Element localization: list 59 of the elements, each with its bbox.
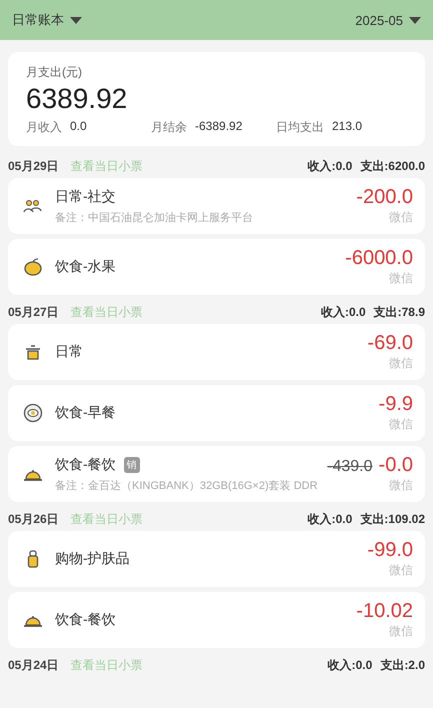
entry-title: 饮食-早餐 bbox=[55, 404, 116, 422]
caret-icon bbox=[70, 16, 82, 24]
stat-label: 日均支出 bbox=[276, 119, 324, 136]
entry-card[interactable]: 饮食-早餐 -9.9 微信 bbox=[8, 385, 425, 441]
entry-title: 饮食-餐饮 bbox=[55, 456, 116, 474]
total-amount: 6389.92 bbox=[26, 83, 128, 115]
stat-value: -6389.92 bbox=[195, 119, 242, 135]
original-amount: -439.0 bbox=[327, 458, 373, 476]
payment-account: 微信 bbox=[389, 477, 413, 494]
day-date: 05月27日 bbox=[8, 304, 59, 320]
entry-amount: -0.0 bbox=[378, 454, 413, 477]
summary-label: 月支出(元) bbox=[26, 64, 83, 81]
entry-tag: 销 bbox=[124, 456, 140, 472]
entry-title: 日常 bbox=[55, 343, 83, 361]
stat-value: 213.0 bbox=[332, 119, 362, 135]
entry-title: 日常-社交 bbox=[55, 188, 116, 206]
payment-account: 微信 bbox=[389, 623, 413, 640]
day-date: 05月26日 bbox=[8, 510, 59, 528]
book-dropdown[interactable]: 日常账本 bbox=[12, 11, 82, 29]
plate-icon bbox=[23, 403, 43, 423]
entry-card[interactable]: 购物-护肤品 -99.0 微信 bbox=[8, 531, 425, 587]
day-expense: 支出:78.9 bbox=[374, 304, 425, 320]
day-income: 收入:0.0 bbox=[320, 304, 366, 320]
day-expense: 支出:2.0 bbox=[380, 656, 425, 674]
entry-title: 饮食-餐饮 bbox=[55, 611, 116, 629]
day-date: 05月29日 bbox=[8, 158, 59, 174]
pot-icon bbox=[23, 342, 43, 362]
entry-amount: -69.0 bbox=[367, 332, 413, 355]
entry-card[interactable]: 日常-社交 备注：中国石油昆仑加油卡网上服务平台 -200.0 微信 bbox=[8, 178, 425, 234]
entry-amount: -99.0 bbox=[367, 539, 413, 562]
entry-card[interactable]: 饮食-餐饮 -10.02 微信 bbox=[8, 592, 425, 648]
stat-value: 0.0 bbox=[70, 119, 87, 135]
entry-card[interactable]: 饮食-餐饮 销 备注：金百达（KINGBANK）32GB(16G×2)套装 DDR -439.0 -0.0 微信 bbox=[8, 446, 425, 502]
day-expense: 支出:6200.0 bbox=[360, 158, 425, 174]
entry-note: 备注：金百达（KINGBANK）32GB(16G×2)套装 DDR bbox=[55, 478, 319, 492]
entry-note: 备注：中国石油昆仑加油卡网上服务平台 bbox=[55, 210, 254, 224]
entry-title: 购物-护肤品 bbox=[55, 550, 130, 568]
entry-amount: -6000.0 bbox=[345, 247, 413, 270]
month-dropdown[interactable]: 2025-05 bbox=[355, 12, 421, 28]
day-expense: 支出:109.02 bbox=[360, 510, 425, 528]
payment-account: 微信 bbox=[389, 270, 413, 287]
day-date: 05月24日 bbox=[8, 656, 59, 674]
day-income: 收入:0.0 bbox=[328, 656, 372, 674]
entry-amount: -200.0 bbox=[356, 186, 413, 209]
payment-account: 微信 bbox=[389, 562, 413, 579]
entry-amount: -9.9 bbox=[378, 393, 413, 416]
stat-label: 月结余 bbox=[151, 119, 187, 136]
stat-label: 月收入 bbox=[26, 119, 62, 136]
day-income: 收入:0.0 bbox=[308, 510, 352, 528]
payment-account: 微信 bbox=[389, 416, 413, 433]
day-income: 收入:0.0 bbox=[308, 158, 352, 174]
entry-title: 饮食-水果 bbox=[55, 258, 116, 276]
caret-icon bbox=[409, 16, 421, 24]
payment-account: 微信 bbox=[389, 209, 413, 226]
payment-account: 微信 bbox=[389, 355, 413, 372]
entry-card[interactable]: 日常 -69.0 微信 bbox=[8, 324, 425, 380]
fruit-icon bbox=[23, 257, 43, 277]
entry-amount: -10.02 bbox=[356, 600, 413, 623]
entry-card[interactable]: 饮食-水果 -6000.0 微信 bbox=[8, 239, 425, 295]
